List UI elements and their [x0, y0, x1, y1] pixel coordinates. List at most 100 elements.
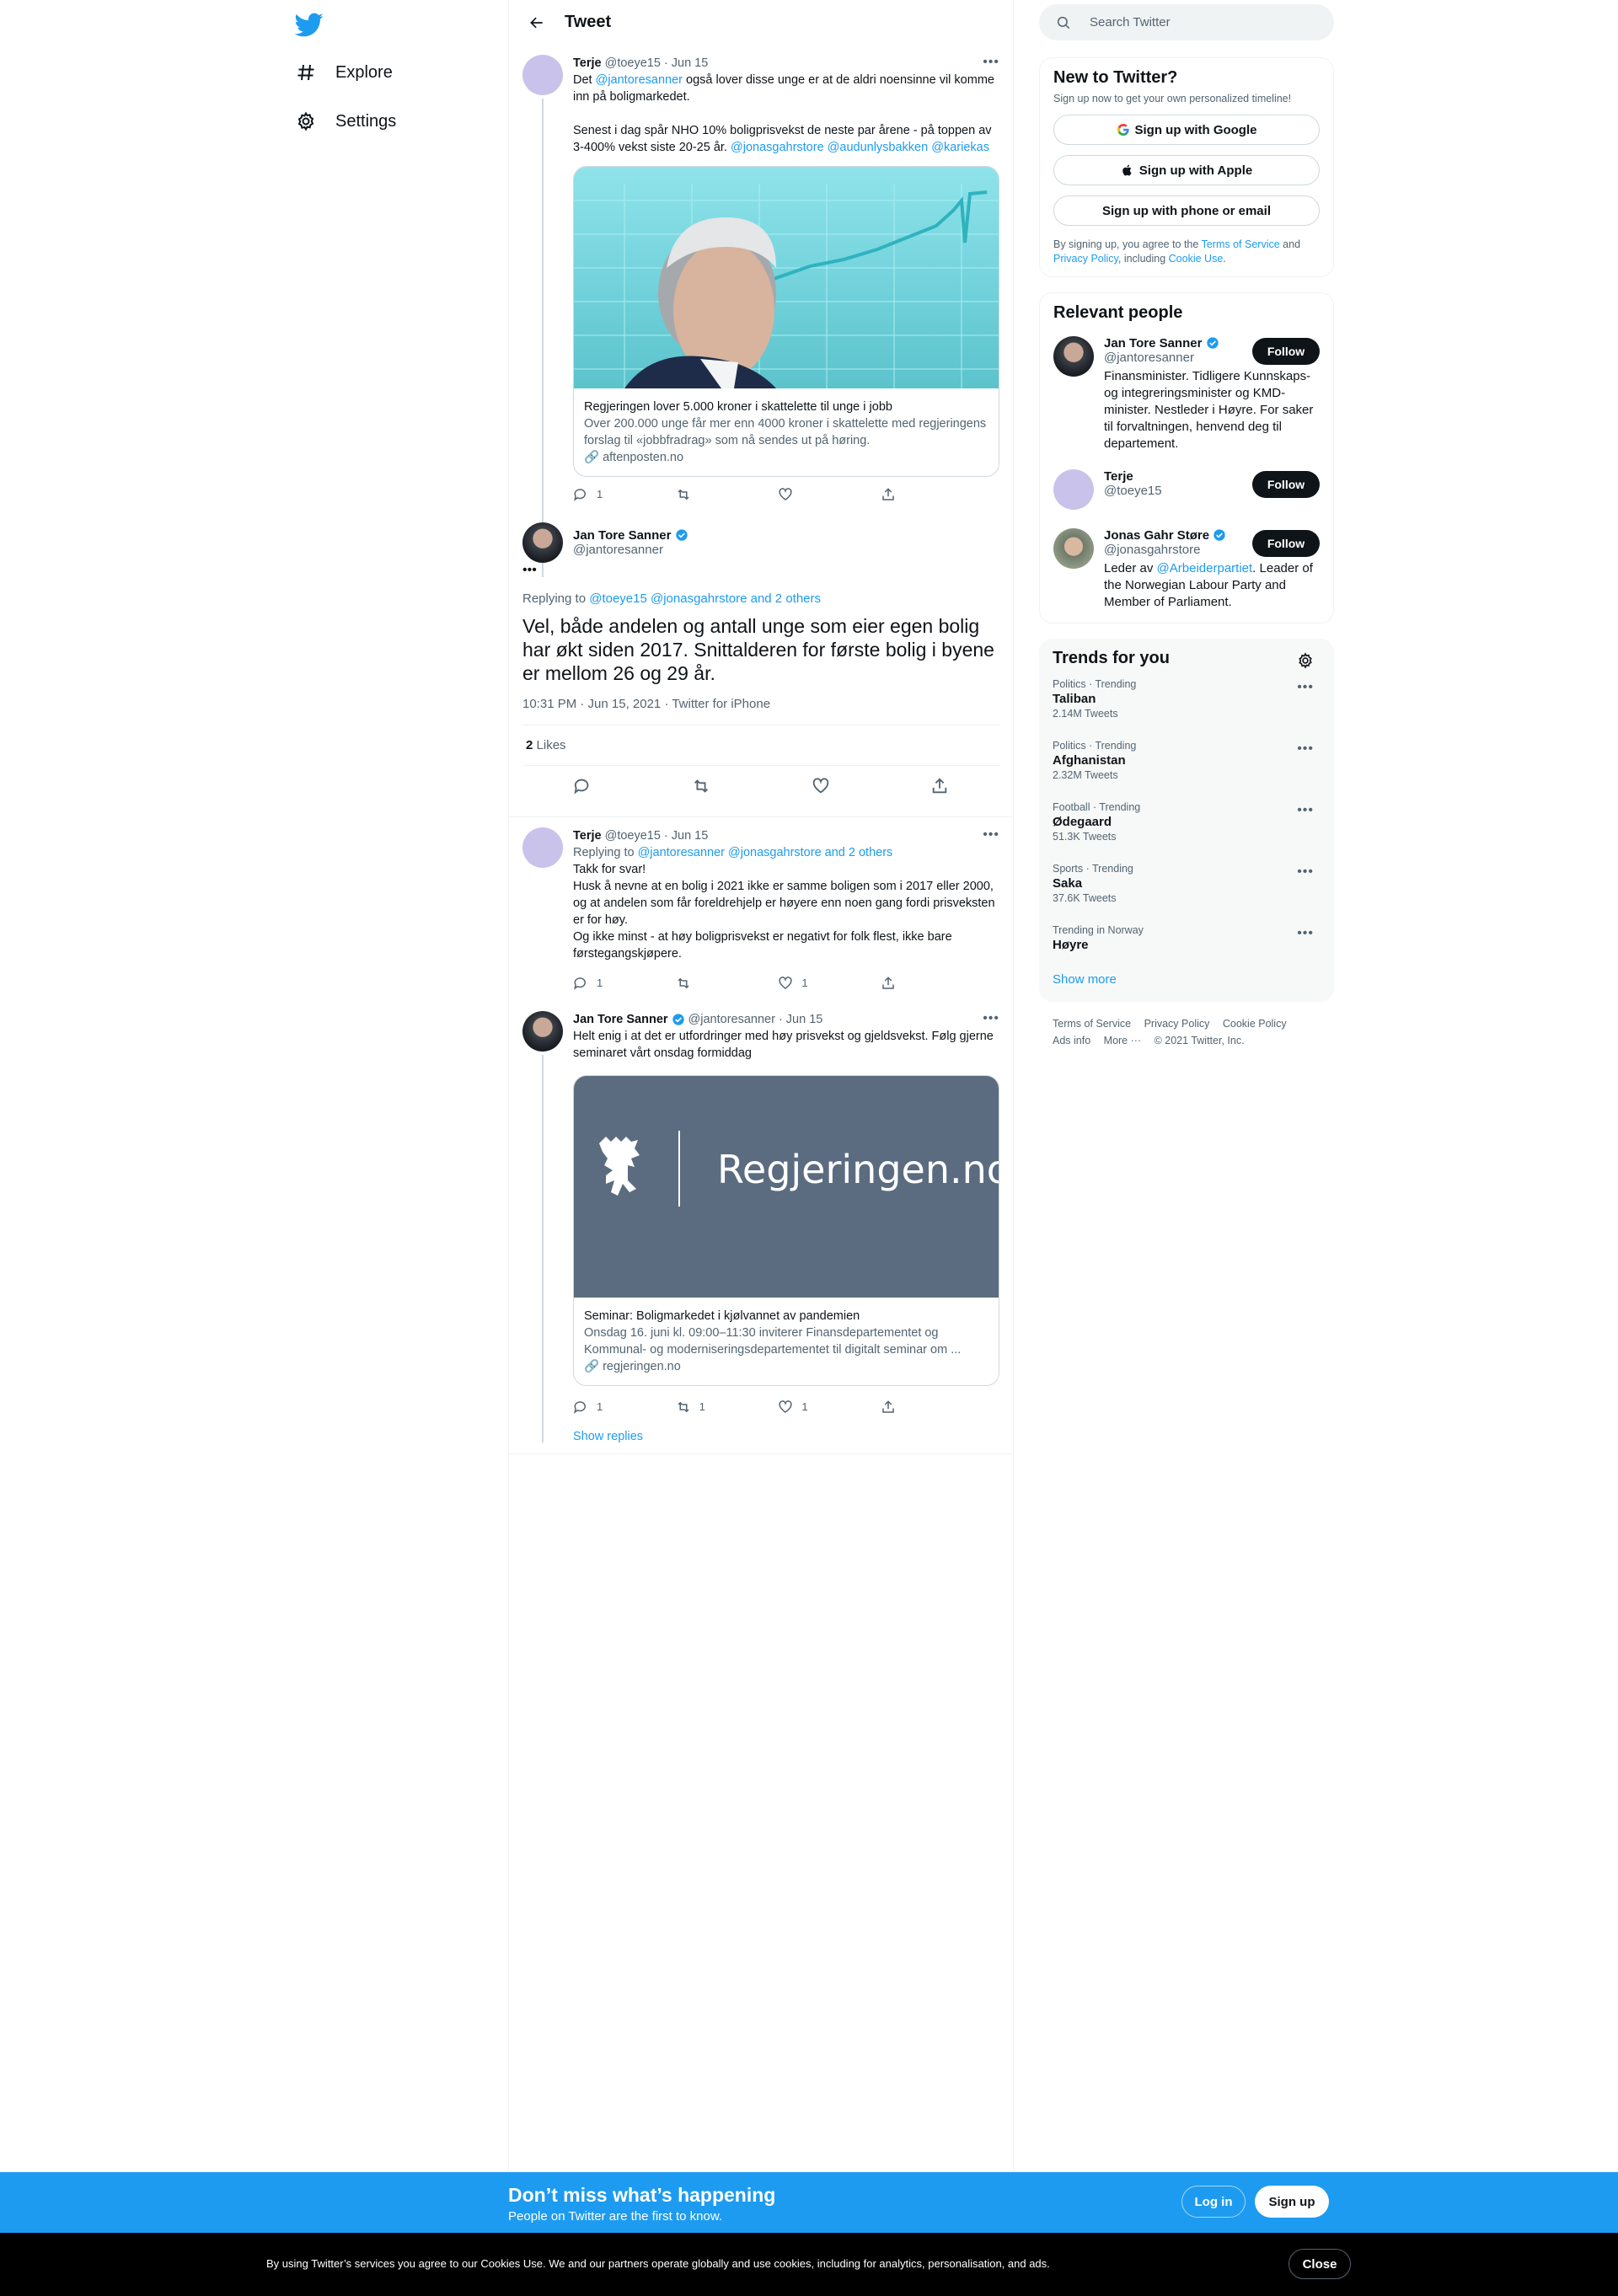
- more-icon[interactable]: •••: [1297, 926, 1314, 941]
- avatar[interactable]: [1053, 469, 1094, 510]
- mention-link[interactable]: @jonasgahrstore: [731, 141, 824, 154]
- author-name[interactable]: Terje: [573, 827, 602, 844]
- replying-to-links[interactable]: @jantoresanner @jonasgahrstore and 2 oth…: [638, 846, 893, 859]
- more-icon[interactable]: •••: [1297, 680, 1314, 695]
- share-button[interactable]: [881, 976, 931, 991]
- privacy-link[interactable]: Privacy Policy: [1053, 253, 1118, 265]
- likes-summary[interactable]: 2 Likes: [522, 725, 999, 766]
- trend-item[interactable]: Football · Trending Ødegaard 51.3K Tweet…: [1053, 791, 1321, 853]
- follow-button[interactable]: Follow: [1252, 471, 1320, 498]
- trend-item[interactable]: Politics · Trending Afghanistan 2.32M Tw…: [1053, 730, 1321, 791]
- person-row[interactable]: Jonas Gahr Støre @jonasgahrstore Leder a…: [1053, 520, 1320, 619]
- share-icon: [882, 1400, 894, 1413]
- like-icon[interactable]: [812, 777, 830, 795]
- search-icon: [1057, 16, 1070, 29]
- person-row[interactable]: Jan Tore Sanner @jantoresanner Finansmin…: [1053, 328, 1320, 461]
- footer-ads-link[interactable]: Ads info: [1053, 1035, 1090, 1046]
- tweet-timestamp[interactable]: 10:31 PM · Jun 15, 2021 · Twitter for iP…: [522, 697, 999, 711]
- person-bio: Leder av @Arbeiderpartiet. Leader of the…: [1104, 560, 1320, 611]
- login-button[interactable]: Log in: [1181, 2186, 1246, 2218]
- tweet-terje-2[interactable]: ••• Terje @toeye15 · Jun 15 Replying to …: [509, 817, 1013, 1001]
- more-icon[interactable]: •••: [1297, 864, 1314, 880]
- signup-apple-button[interactable]: Sign up with Apple: [1053, 155, 1320, 185]
- avatar[interactable]: [522, 522, 563, 563]
- follow-button[interactable]: Follow: [1252, 530, 1320, 557]
- show-more-link[interactable]: Show more: [1053, 962, 1321, 992]
- verified-badge-icon: [1206, 337, 1219, 349]
- more-icon[interactable]: •••: [1297, 803, 1314, 818]
- more-icon[interactable]: •••: [983, 55, 999, 70]
- retweet-icon[interactable]: [692, 777, 710, 795]
- avatar[interactable]: [1053, 336, 1094, 377]
- footer-more-link[interactable]: More ···: [1104, 1035, 1141, 1046]
- signup-google-button[interactable]: Sign up with Google: [1053, 115, 1320, 145]
- tweet-sanner-2[interactable]: ••• Jan Tore Sanner @jantoresanner · Jun…: [509, 1001, 1013, 1454]
- signup-button[interactable]: Sign up: [1255, 2186, 1329, 2218]
- author-name[interactable]: Jan Tore Sanner: [573, 528, 671, 543]
- footer-terms-link[interactable]: Terms of Service: [1053, 1018, 1131, 1030]
- avatar[interactable]: [1053, 528, 1094, 569]
- twitter-bird-icon[interactable]: [294, 10, 325, 37]
- signup-legal-text: By signing up, you agree to the Terms of…: [1053, 238, 1320, 266]
- close-button[interactable]: Close: [1289, 2249, 1351, 2279]
- trend-meta: Sports · Trending: [1053, 863, 1133, 875]
- retweet-button[interactable]: [676, 976, 726, 991]
- right-sidebar: Search Twitter New to Twitter? Sign up n…: [1039, 0, 1334, 1049]
- separator: ·: [663, 56, 668, 70]
- terms-link[interactable]: Terms of Service: [1202, 238, 1280, 250]
- show-replies-link[interactable]: Show replies: [573, 1428, 999, 1445]
- reply-icon[interactable]: [573, 777, 592, 795]
- person-row[interactable]: Terje @toeye15 Follow: [1053, 461, 1320, 520]
- tweet-date[interactable]: Jun 15: [672, 827, 709, 844]
- nav-explore[interactable]: Explore: [295, 56, 393, 89]
- nav-settings[interactable]: Settings: [295, 104, 396, 138]
- cookie-link[interactable]: Cookie Use: [1169, 253, 1224, 265]
- person-name[interactable]: Jonas Gahr Støre: [1104, 528, 1209, 543]
- more-icon[interactable]: •••: [983, 827, 999, 843]
- tweet-date[interactable]: Jun 15: [786, 1011, 823, 1028]
- share-button[interactable]: [881, 1400, 931, 1415]
- author-name[interactable]: Jan Tore Sanner: [573, 1011, 668, 1028]
- trend-item[interactable]: Politics · Trending Taliban 2.14M Tweets…: [1053, 668, 1321, 730]
- author-handle: @toeye15: [604, 829, 661, 843]
- trend-item[interactable]: Trending in Norway Høyre •••: [1053, 914, 1321, 962]
- retweet-button[interactable]: 1: [676, 1399, 726, 1416]
- share-icon[interactable]: [930, 777, 949, 795]
- footer-cookie-link[interactable]: Cookie Policy: [1223, 1018, 1287, 1030]
- mention-link[interactable]: @audunlysbakken: [828, 141, 929, 154]
- signup-phone-email-button[interactable]: Sign up with phone or email: [1053, 195, 1320, 226]
- more-icon[interactable]: •••: [1297, 741, 1314, 757]
- retweet-button[interactable]: [676, 487, 726, 502]
- text-segment: Det: [573, 73, 592, 87]
- avatar[interactable]: [522, 1011, 563, 1052]
- more-icon[interactable]: •••: [983, 1011, 999, 1026]
- replying-to-links[interactable]: @toeye15 @jonasgahrstore and 2 others: [589, 591, 821, 606]
- tweet-terje-1[interactable]: ••• Terje @toeye15 · Jun 15 Det @jantore…: [509, 45, 1013, 577]
- share-button[interactable]: [881, 487, 931, 502]
- like-button[interactable]: 1: [778, 1399, 828, 1416]
- link-card[interactable]: Regjeringen lover 5.000 kroner i skattel…: [573, 166, 999, 477]
- avatar[interactable]: [522, 55, 563, 95]
- mention-link[interactable]: @jantoresanner: [596, 73, 683, 87]
- avatar[interactable]: [522, 827, 563, 868]
- follow-button[interactable]: Follow: [1252, 338, 1320, 365]
- reply-button[interactable]: 1: [573, 975, 624, 992]
- reply-button[interactable]: 1: [573, 486, 624, 503]
- link-card[interactable]: Regjeringen.no Seminar: Boligmarkedet i …: [573, 1075, 999, 1386]
- mention-link[interactable]: @Arbeiderpartiet: [1157, 561, 1253, 575]
- card-image: [574, 167, 999, 388]
- footer-privacy-link[interactable]: Privacy Policy: [1144, 1018, 1210, 1030]
- trend-item[interactable]: Sports · Trending Saka 37.6K Tweets •••: [1053, 853, 1321, 914]
- author-name[interactable]: Terje: [573, 55, 602, 72]
- like-button[interactable]: 1: [778, 975, 828, 992]
- search-input[interactable]: Search Twitter: [1039, 4, 1334, 40]
- more-icon[interactable]: •••: [522, 563, 537, 577]
- author-handle: @toeye15: [604, 56, 661, 70]
- person-name[interactable]: Jan Tore Sanner: [1104, 336, 1202, 351]
- reply-button[interactable]: 1: [573, 1399, 624, 1416]
- tweet-date[interactable]: Jun 15: [672, 55, 709, 72]
- back-arrow-icon[interactable]: [524, 10, 549, 35]
- mention-link[interactable]: @kariekas: [931, 141, 989, 154]
- prompt-title: Don’t miss what’s happening: [508, 2184, 776, 2206]
- like-button[interactable]: [778, 487, 828, 502]
